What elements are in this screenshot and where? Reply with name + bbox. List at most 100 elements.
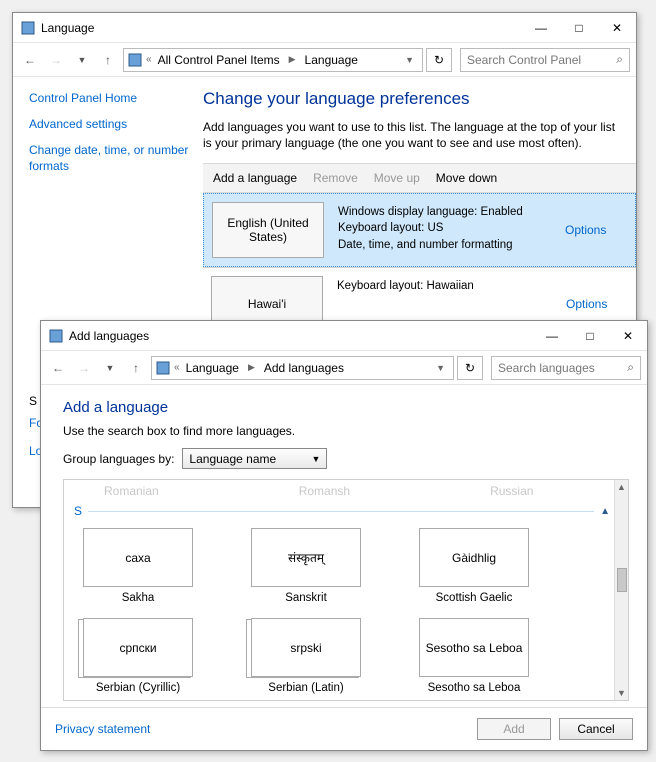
chevron-down-icon: ▼ xyxy=(312,454,321,464)
cancel-button[interactable]: Cancel xyxy=(559,718,633,740)
language-tile-item[interactable]: caxa Sakha xyxy=(78,528,198,604)
control-panel-icon xyxy=(128,53,142,67)
search-placeholder: Search Control Panel xyxy=(467,53,581,67)
maximize-button[interactable]: □ xyxy=(571,322,609,350)
toolbar-add-language[interactable]: Add a language xyxy=(213,171,297,185)
breadcrumb-root-overflow[interactable]: « xyxy=(146,54,152,65)
dropdown-value: Language name xyxy=(189,452,276,466)
toolbar-move-down[interactable]: Move down xyxy=(436,171,497,185)
control-panel-icon xyxy=(21,21,35,35)
language-tile-item[interactable]: संस्कृतम् Sanskrit xyxy=(246,528,366,604)
tile-native: Sesotho sa Leboa xyxy=(419,618,529,677)
group-by-dropdown[interactable]: Language name ▼ xyxy=(182,448,327,469)
breadcrumb[interactable]: All Control Panel Items xyxy=(156,53,282,67)
titlebar: Add languages — □ ✕ xyxy=(41,321,647,351)
tile-native: संस्कृतम् xyxy=(251,528,361,587)
info-line: Date, time, and number formatting xyxy=(338,237,559,253)
search-input[interactable]: Search Control Panel ⌕ xyxy=(460,48,630,72)
dialog-subtext: Use the search box to find more language… xyxy=(63,424,629,438)
dialog-heading: Add a language xyxy=(63,399,629,416)
up-button[interactable]: ↑ xyxy=(125,357,147,379)
search-icon: ⌕ xyxy=(627,360,634,375)
peek-label: Romanian xyxy=(104,484,159,498)
privacy-link[interactable]: Privacy statement xyxy=(55,722,150,736)
collapse-icon[interactable]: ▲ xyxy=(600,506,610,517)
navbar: ← → ▼ ↑ « Language ▶ Add languages ▼ ↻ S… xyxy=(41,351,647,385)
chevron-right-icon[interactable]: ▶ xyxy=(286,54,299,65)
add-button[interactable]: Add xyxy=(477,718,551,740)
tile-label: Sanskrit xyxy=(285,592,327,604)
window-title: Add languages xyxy=(69,329,533,343)
tile-native: caxa xyxy=(83,528,193,587)
language-row[interactable]: English (United States) Windows display … xyxy=(203,193,636,267)
refresh-button[interactable]: ↻ xyxy=(426,48,452,72)
dialog-body: Add a language Use the search box to fin… xyxy=(41,385,647,707)
info-line: Windows display language: Enabled xyxy=(338,204,559,220)
page-heading: Change your language preferences xyxy=(203,89,626,109)
toolbar-move-up[interactable]: Move up xyxy=(374,171,420,185)
language-tile-item[interactable]: Gàidhlig Scottish Gaelic xyxy=(414,528,534,604)
titlebar: Language — □ ✕ xyxy=(13,13,636,43)
back-button[interactable]: ← xyxy=(19,49,41,71)
language-toolbar: Add a language Remove Move up Move down xyxy=(203,163,636,193)
window-title: Language xyxy=(41,21,522,35)
chevron-down-icon[interactable]: ▼ xyxy=(436,363,449,373)
breadcrumb[interactable]: Add languages xyxy=(262,361,346,375)
dialog-footer: Privacy statement Add Cancel xyxy=(41,707,647,750)
search-placeholder: Search languages xyxy=(498,361,595,375)
recent-dropdown[interactable]: ▼ xyxy=(71,49,93,71)
sidebar-change-date-time[interactable]: Change date, time, or number formats xyxy=(29,143,193,174)
tile-native: Gàidhlig xyxy=(419,528,529,587)
tile-row: caxa Sakha संस्कृतम् Sanskrit Gàidhlig S… xyxy=(74,524,610,604)
up-button[interactable]: ↑ xyxy=(97,49,119,71)
tile-label: Sesotho sa Leboa xyxy=(428,682,521,694)
tile-row: српски Serbian (Cyrillic) srpski Serbian… xyxy=(74,614,610,694)
search-input[interactable]: Search languages ⌕ xyxy=(491,356,641,380)
chevron-down-icon[interactable]: ▼ xyxy=(405,55,418,65)
back-button[interactable]: ← xyxy=(47,357,69,379)
chevron-right-icon[interactable]: ▶ xyxy=(245,362,258,373)
group-by-label: Group languages by: xyxy=(63,452,174,466)
language-tile-item[interactable]: српски Serbian (Cyrillic) xyxy=(78,618,198,694)
peek-row: Romanian Romansh Russian xyxy=(74,484,610,498)
tile-label: Sakha xyxy=(122,592,155,604)
breadcrumb[interactable]: Language xyxy=(303,53,360,67)
address-bar[interactable]: « All Control Panel Items ▶ Language ▼ xyxy=(123,48,423,72)
peek-label: Romansh xyxy=(299,484,350,498)
navbar: ← → ▼ ↑ « All Control Panel Items ▶ Lang… xyxy=(13,43,636,77)
minimize-button[interactable]: — xyxy=(522,14,560,42)
scrollbar[interactable]: ▲ ▼ xyxy=(614,480,628,700)
control-panel-icon xyxy=(49,329,63,343)
group-header[interactable]: S ▲ xyxy=(74,504,610,518)
language-options-link[interactable]: Options xyxy=(565,194,635,266)
page-description: Add languages you want to use to this li… xyxy=(203,119,616,151)
language-tile: English (United States) xyxy=(212,202,324,258)
sidebar-control-panel-home[interactable]: Control Panel Home xyxy=(29,91,193,105)
scroll-up-icon[interactable]: ▲ xyxy=(615,480,628,494)
toolbar-remove[interactable]: Remove xyxy=(313,171,358,185)
forward-button[interactable]: → xyxy=(45,49,67,71)
scroll-down-icon[interactable]: ▼ xyxy=(615,686,628,700)
language-tile-item[interactable]: srpski Serbian (Latin) xyxy=(246,618,366,694)
tile-native: srpski xyxy=(251,618,361,677)
close-button[interactable]: ✕ xyxy=(598,14,636,42)
address-bar[interactable]: « Language ▶ Add languages ▼ xyxy=(151,356,454,380)
add-languages-window: Add languages — □ ✕ ← → ▼ ↑ « Language ▶… xyxy=(40,320,648,751)
sidebar-advanced-settings[interactable]: Advanced settings xyxy=(29,117,193,131)
language-list[interactable]: ▲ ▼ Romanian Romansh Russian S ▲ caxa Sa xyxy=(63,479,629,701)
scroll-thumb[interactable] xyxy=(617,568,627,592)
breadcrumb-root-overflow[interactable]: « xyxy=(174,362,180,373)
tile-label: Scottish Gaelic xyxy=(436,592,513,604)
breadcrumb[interactable]: Language xyxy=(184,361,241,375)
language-tile-item[interactable]: Sesotho sa Leboa Sesotho sa Leboa xyxy=(414,618,534,694)
tile-label: Serbian (Cyrillic) xyxy=(96,682,180,694)
refresh-button[interactable]: ↻ xyxy=(457,356,483,380)
recent-dropdown[interactable]: ▼ xyxy=(99,357,121,379)
peek-label: Russian xyxy=(490,484,533,498)
forward-button[interactable]: → xyxy=(73,357,95,379)
tile-native: српски xyxy=(83,618,193,677)
minimize-button[interactable]: — xyxy=(533,322,571,350)
info-line: Keyboard layout: Hawaiian xyxy=(337,278,560,294)
close-button[interactable]: ✕ xyxy=(609,322,647,350)
maximize-button[interactable]: □ xyxy=(560,14,598,42)
